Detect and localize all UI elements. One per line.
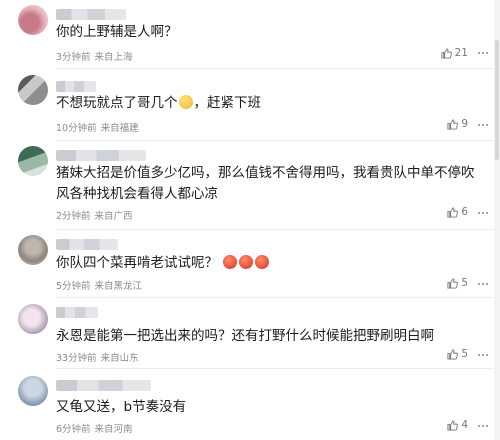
comment-text: 你队四个菜再啃老试试呢？: [56, 253, 476, 274]
thumbs-up-icon: [447, 206, 459, 218]
more-dots-icon[interactable]: [478, 124, 488, 127]
comment-location: 来自上海: [94, 52, 133, 63]
tomato-emoji-icon: [255, 255, 270, 269]
thumbs-up-icon: [447, 419, 459, 431]
comment-item: 又龟又送，b节奏没有 6分钟前 来自河南 4: [0, 369, 500, 440]
more-dots-icon[interactable]: [478, 52, 488, 55]
like-count: 9: [461, 118, 468, 130]
like-button[interactable]: 6: [447, 206, 468, 218]
comment-meta: 2分钟前 来自广西: [56, 208, 133, 222]
more-dots-icon[interactable]: [478, 212, 488, 215]
comment-meta: 10分钟前 来自福建: [56, 120, 139, 134]
smile-emoji-icon: [178, 95, 193, 109]
comment-location: 来自河南: [94, 424, 133, 435]
username[interactable]: [56, 239, 118, 250]
like-count: 4: [461, 419, 468, 431]
comment-location: 来自福建: [100, 123, 139, 134]
comment-item: 永恩是能第一把选出来的吗？还有打野什么时候能把野刷明白啊 33分钟前 来自山东 5: [0, 298, 500, 368]
like-button[interactable]: 4: [447, 419, 468, 431]
comment-time: 33分钟前: [56, 353, 97, 364]
like-button[interactable]: 5: [447, 348, 468, 360]
scrollbar[interactable]: [494, 0, 500, 440]
comment-text: 不想玩就点了哥几个 ，赶紧下班: [56, 93, 476, 114]
more-dots-icon[interactable]: [478, 425, 488, 428]
comment-text-part: ，赶紧下班: [193, 95, 262, 111]
comment-time: 5分钟前: [56, 281, 91, 292]
username[interactable]: [56, 307, 98, 318]
comment-time: 3分钟前: [56, 52, 91, 63]
like-button[interactable]: 21: [441, 47, 468, 59]
thumbs-up-icon: [447, 118, 459, 130]
avatar[interactable]: [18, 376, 48, 406]
comment-text: 永恩是能第一把选出来的吗？还有打野什么时候能把野刷明白啊: [56, 328, 434, 344]
comment-meta: 6分钟前 来自河南: [56, 421, 133, 435]
comment-location: 来自广西: [94, 211, 133, 222]
comment-text-part: 你队四个菜再啃老试试呢？: [56, 255, 218, 271]
comment-location: 来自山东: [100, 353, 139, 364]
comment-text-part: 不想玩就点了哥几个: [56, 95, 178, 111]
like-button[interactable]: 9: [447, 118, 468, 130]
comment-item: 你队四个菜再啃老试试呢？ 5分钟前 来自黑龙江 5: [0, 230, 500, 297]
tomato-emoji-icon: [223, 255, 238, 269]
thumbs-up-icon: [441, 47, 452, 59]
more-dots-icon[interactable]: [478, 354, 488, 357]
comment-item: 猪妹大招是价值多少亿吗，那么值钱不舍得用吗，我看贵队中单不停吹风各种找机会看得人…: [0, 141, 500, 229]
username[interactable]: [56, 150, 146, 161]
comment-time: 10分钟前: [56, 123, 97, 134]
comment-time: 6分钟前: [56, 424, 91, 435]
thumbs-up-icon: [447, 277, 459, 289]
avatar[interactable]: [18, 304, 48, 334]
comment-item: 不想玩就点了哥几个 ，赶紧下班 10分钟前 来自福建 9: [0, 69, 500, 140]
like-button[interactable]: 5: [447, 277, 468, 289]
like-count: 5: [461, 277, 468, 289]
more-dots-icon[interactable]: [478, 283, 488, 286]
thumbs-up-icon: [447, 348, 459, 360]
comment-meta: 5分钟前 来自黑龙江: [56, 278, 142, 292]
comment-meta: 3分钟前 来自上海: [56, 49, 133, 63]
avatar[interactable]: [18, 235, 48, 265]
username[interactable]: [56, 9, 126, 20]
tomato-emoji-icon: [239, 255, 254, 269]
comment-time: 2分钟前: [56, 211, 91, 222]
avatar[interactable]: [18, 75, 48, 105]
avatar[interactable]: [18, 146, 48, 176]
scrollbar-thumb[interactable]: [495, 40, 499, 160]
like-count: 5: [461, 348, 468, 360]
username[interactable]: [56, 380, 151, 391]
avatar[interactable]: [18, 5, 48, 35]
comment-text: 猪妹大招是价值多少亿吗，那么值钱不舍得用吗，我看贵队中单不停吹风各种找机会看得人…: [56, 165, 475, 202]
like-count: 21: [454, 47, 468, 59]
comment-item: 你的上野辅是人啊？ 3分钟前 来自上海 21: [0, 0, 500, 68]
like-count: 6: [461, 206, 468, 218]
username[interactable]: [56, 81, 96, 92]
comment-text: 你的上野辅是人啊？: [56, 24, 178, 40]
comment-text: 又龟又送，b节奏没有: [56, 399, 187, 415]
comment-location: 来自黑龙江: [94, 281, 143, 292]
comment-meta: 33分钟前 来自山东: [56, 350, 139, 364]
